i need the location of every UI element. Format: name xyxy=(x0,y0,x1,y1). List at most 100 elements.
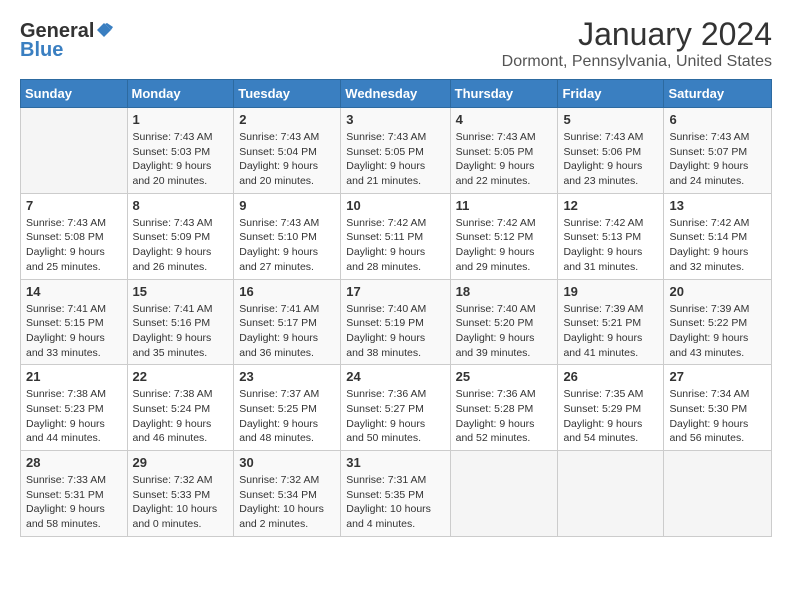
calendar-cell: 1Sunrise: 7:43 AM Sunset: 5:03 PM Daylig… xyxy=(127,108,234,194)
day-info: Sunrise: 7:31 AM Sunset: 5:35 PM Dayligh… xyxy=(346,473,444,532)
calendar-cell: 9 Sunrise: 7:43 AM Sunset: 5:10 PM Daylig… xyxy=(234,193,341,279)
day-number: 4 xyxy=(456,112,553,127)
calendar-cell: 29 Sunrise: 7:32 AM Sunset: 5:33 PM Dayli… xyxy=(127,451,234,537)
calendar-cell: 12 Sunrise: 7:42 AM Sunset: 5:13 PM Dayli… xyxy=(558,193,664,279)
calendar-cell: 31 Sunrise: 7:31 AM Sunset: 5:35 PM Dayli… xyxy=(341,451,450,537)
day-number: 21 xyxy=(26,369,122,384)
calendar-cell: 2 Sunrise: 7:43 AM Sunset: 5:04 PM Daylig… xyxy=(234,108,341,194)
weekday-header-thursday: Thursday xyxy=(450,80,558,108)
calendar-cell: 16Sunrise: 7:41 AM Sunset: 5:17 PM Dayli… xyxy=(234,279,341,365)
calendar-cell: 13Sunrise: 7:42 AM Sunset: 5:14 PM Dayli… xyxy=(664,193,772,279)
day-info: Sunrise: 7:37 AM Sunset: 5:25 PM Dayligh… xyxy=(239,387,335,446)
weekday-header-friday: Friday xyxy=(558,80,664,108)
calendar-cell: 26 Sunrise: 7:35 AM Sunset: 5:29 PM Dayli… xyxy=(558,365,664,451)
calendar-cell: 20Sunrise: 7:39 AM Sunset: 5:22 PM Dayli… xyxy=(664,279,772,365)
day-number: 2 xyxy=(239,112,335,127)
calendar-cell: 11 Sunrise: 7:42 AM Sunset: 5:12 PM Dayli… xyxy=(450,193,558,279)
day-number: 30 xyxy=(239,455,335,470)
calendar-cell: 5Sunrise: 7:43 AM Sunset: 5:06 PM Daylig… xyxy=(558,108,664,194)
day-info: Sunrise: 7:40 AM Sunset: 5:20 PM Dayligh… xyxy=(456,302,553,361)
day-number: 22 xyxy=(133,369,229,384)
calendar-cell xyxy=(450,451,558,537)
day-number: 8 xyxy=(133,198,229,213)
calendar-cell xyxy=(664,451,772,537)
day-info: Sunrise: 7:39 AM Sunset: 5:21 PM Dayligh… xyxy=(563,302,658,361)
day-number: 27 xyxy=(669,369,766,384)
day-number: 9 xyxy=(239,198,335,213)
month-title: January 2024 xyxy=(502,16,772,53)
day-number: 29 xyxy=(133,455,229,470)
day-info: Sunrise: 7:38 AM Sunset: 5:24 PM Dayligh… xyxy=(133,387,229,446)
day-info: Sunrise: 7:32 AM Sunset: 5:33 PM Dayligh… xyxy=(133,473,229,532)
day-number: 31 xyxy=(346,455,444,470)
day-number: 28 xyxy=(26,455,122,470)
day-info: Sunrise: 7:43 AM Sunset: 5:04 PM Dayligh… xyxy=(239,130,335,189)
day-number: 17 xyxy=(346,284,444,299)
calendar-cell: 22 Sunrise: 7:38 AM Sunset: 5:24 PM Dayli… xyxy=(127,365,234,451)
logo: General Blue xyxy=(20,20,113,62)
day-info: Sunrise: 7:43 AM Sunset: 5:08 PM Dayligh… xyxy=(26,216,122,275)
day-info: Sunrise: 7:35 AM Sunset: 5:29 PM Dayligh… xyxy=(563,387,658,446)
day-info: Sunrise: 7:41 AM Sunset: 5:15 PM Dayligh… xyxy=(26,302,122,361)
day-info: Sunrise: 7:42 AM Sunset: 5:12 PM Dayligh… xyxy=(456,216,553,275)
day-info: Sunrise: 7:36 AM Sunset: 5:28 PM Dayligh… xyxy=(456,387,553,446)
calendar-cell: 7Sunrise: 7:43 AM Sunset: 5:08 PM Daylig… xyxy=(21,193,128,279)
calendar-cell: 3Sunrise: 7:43 AM Sunset: 5:05 PM Daylig… xyxy=(341,108,450,194)
day-number: 1 xyxy=(133,112,229,127)
weekday-header-row: SundayMondayTuesdayWednesdayThursdayFrid… xyxy=(21,80,772,108)
calendar-cell: 30 Sunrise: 7:32 AM Sunset: 5:34 PM Dayli… xyxy=(234,451,341,537)
day-number: 3 xyxy=(346,112,444,127)
calendar-table: SundayMondayTuesdayWednesdayThursdayFrid… xyxy=(20,79,772,537)
title-area: January 2024 Dormont, Pennsylvania, Unit… xyxy=(502,16,772,71)
day-number: 26 xyxy=(563,369,658,384)
day-number: 14 xyxy=(26,284,122,299)
day-number: 5 xyxy=(563,112,658,127)
weekday-header-wednesday: Wednesday xyxy=(341,80,450,108)
calendar-cell: 15Sunrise: 7:41 AM Sunset: 5:16 PM Dayli… xyxy=(127,279,234,365)
location-title: Dormont, Pennsylvania, United States xyxy=(502,53,772,71)
week-row-4: 21 Sunrise: 7:38 AM Sunset: 5:23 PM Dayli… xyxy=(21,365,772,451)
day-info: Sunrise: 7:36 AM Sunset: 5:27 PM Dayligh… xyxy=(346,387,444,446)
calendar-cell: 25 Sunrise: 7:36 AM Sunset: 5:28 PM Dayli… xyxy=(450,365,558,451)
calendar-cell: 28Sunrise: 7:33 AM Sunset: 5:31 PM Dayli… xyxy=(21,451,128,537)
calendar-cell: 6Sunrise: 7:43 AM Sunset: 5:07 PM Daylig… xyxy=(664,108,772,194)
calendar-cell xyxy=(558,451,664,537)
day-number: 19 xyxy=(563,284,658,299)
day-info: Sunrise: 7:43 AM Sunset: 5:09 PM Dayligh… xyxy=(133,216,229,275)
calendar-cell: 4 Sunrise: 7:43 AM Sunset: 5:05 PM Daylig… xyxy=(450,108,558,194)
calendar-cell: 8 Sunrise: 7:43 AM Sunset: 5:09 PM Daylig… xyxy=(127,193,234,279)
calendar-cell: 27Sunrise: 7:34 AM Sunset: 5:30 PM Dayli… xyxy=(664,365,772,451)
day-info: Sunrise: 7:42 AM Sunset: 5:13 PM Dayligh… xyxy=(563,216,658,275)
weekday-header-tuesday: Tuesday xyxy=(234,80,341,108)
week-row-5: 28Sunrise: 7:33 AM Sunset: 5:31 PM Dayli… xyxy=(21,451,772,537)
day-number: 25 xyxy=(456,369,553,384)
calendar-cell: 14 Sunrise: 7:41 AM Sunset: 5:15 PM Dayli… xyxy=(21,279,128,365)
calendar-cell: 19 Sunrise: 7:39 AM Sunset: 5:21 PM Dayli… xyxy=(558,279,664,365)
week-row-2: 7Sunrise: 7:43 AM Sunset: 5:08 PM Daylig… xyxy=(21,193,772,279)
day-info: Sunrise: 7:38 AM Sunset: 5:23 PM Dayligh… xyxy=(26,387,122,446)
day-number: 11 xyxy=(456,198,553,213)
logo-icon xyxy=(95,21,113,39)
day-info: Sunrise: 7:43 AM Sunset: 5:07 PM Dayligh… xyxy=(669,130,766,189)
day-info: Sunrise: 7:43 AM Sunset: 5:10 PM Dayligh… xyxy=(239,216,335,275)
day-number: 12 xyxy=(563,198,658,213)
calendar-cell xyxy=(21,108,128,194)
day-info: Sunrise: 7:32 AM Sunset: 5:34 PM Dayligh… xyxy=(239,473,335,532)
calendar-cell: 21 Sunrise: 7:38 AM Sunset: 5:23 PM Dayli… xyxy=(21,365,128,451)
day-info: Sunrise: 7:43 AM Sunset: 5:05 PM Dayligh… xyxy=(456,130,553,189)
weekday-header-saturday: Saturday xyxy=(664,80,772,108)
day-info: Sunrise: 7:39 AM Sunset: 5:22 PM Dayligh… xyxy=(669,302,766,361)
week-row-1: 1Sunrise: 7:43 AM Sunset: 5:03 PM Daylig… xyxy=(21,108,772,194)
day-number: 18 xyxy=(456,284,553,299)
calendar-cell: 24 Sunrise: 7:36 AM Sunset: 5:27 PM Dayli… xyxy=(341,365,450,451)
calendar-cell: 17 Sunrise: 7:40 AM Sunset: 5:19 PM Dayli… xyxy=(341,279,450,365)
calendar-cell: 18 Sunrise: 7:40 AM Sunset: 5:20 PM Dayli… xyxy=(450,279,558,365)
day-info: Sunrise: 7:40 AM Sunset: 5:19 PM Dayligh… xyxy=(346,302,444,361)
weekday-header-sunday: Sunday xyxy=(21,80,128,108)
day-number: 24 xyxy=(346,369,444,384)
day-info: Sunrise: 7:42 AM Sunset: 5:11 PM Dayligh… xyxy=(346,216,444,275)
header: General Blue January 2024 Dormont, Penns… xyxy=(20,16,772,71)
day-info: Sunrise: 7:41 AM Sunset: 5:17 PM Dayligh… xyxy=(239,302,335,361)
day-number: 15 xyxy=(133,284,229,299)
weekday-header-monday: Monday xyxy=(127,80,234,108)
